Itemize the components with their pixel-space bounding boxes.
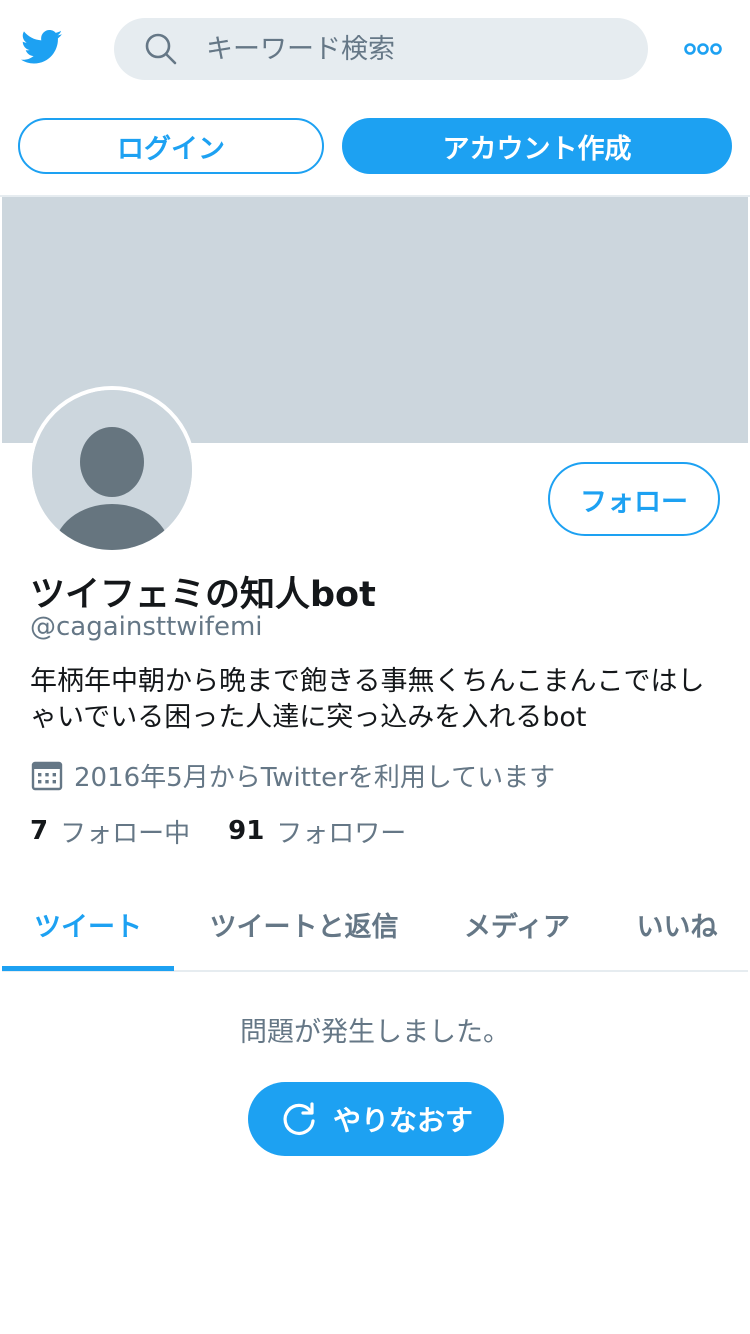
followers-label[interactable]: フォロワー — [276, 813, 406, 850]
profile-tabs: ツイート ツイートと返信 メディア いいね — [2, 878, 748, 972]
signup-button[interactable]: アカウント作成 — [342, 118, 732, 174]
retry-label: やりなおす — [332, 1104, 473, 1137]
join-date: 2016年5月からTwitterを利用しています — [30, 756, 555, 794]
top-bar — [0, 0, 750, 98]
search-icon — [145, 33, 177, 65]
avatar[interactable] — [28, 386, 196, 554]
following-label[interactable]: フォロー中 — [60, 813, 190, 850]
join-date-text: 2016年5月からTwitterを利用しています — [74, 762, 556, 793]
login-button[interactable]: ログイン — [18, 118, 324, 174]
refresh-icon — [283, 1102, 315, 1135]
twitter-bird-icon[interactable] — [18, 26, 66, 68]
more-icon[interactable] — [683, 40, 723, 58]
error-message: 問題が発生しました。 — [240, 1017, 510, 1048]
default-avatar-icon — [32, 390, 192, 550]
user-handle: @cagainsttwifemi — [30, 612, 263, 642]
followers-count[interactable]: 91 — [228, 816, 264, 846]
tab-media[interactable]: メディア — [442, 878, 592, 970]
active-tab-indicator — [2, 966, 174, 971]
profile-page: ログイン アカウント作成 フォロー ツイフェミの知人bot @cagainstt… — [0, 0, 750, 1334]
display-name: ツイフェミの知人bot — [30, 575, 376, 615]
tab-tweets-and-replies[interactable]: ツイートと返信 — [190, 878, 418, 970]
tab-tweets[interactable]: ツイート — [2, 878, 174, 970]
profile-bio: 年柄年中朝から晩まで飽きる事無くちんこまんこではしゃいでいる困った人達に突っ込み… — [30, 666, 705, 733]
retry-button[interactable]: やりなおす — [248, 1082, 504, 1156]
search-input[interactable] — [206, 18, 626, 80]
search-bar[interactable] — [114, 18, 648, 80]
calendar-icon — [31, 761, 63, 791]
tab-likes[interactable]: いいね — [616, 878, 738, 970]
follow-stats: 7 フォロー中 91 フォロワー — [30, 812, 406, 850]
follow-button[interactable]: フォロー — [548, 462, 720, 536]
following-count[interactable]: 7 — [30, 816, 48, 846]
